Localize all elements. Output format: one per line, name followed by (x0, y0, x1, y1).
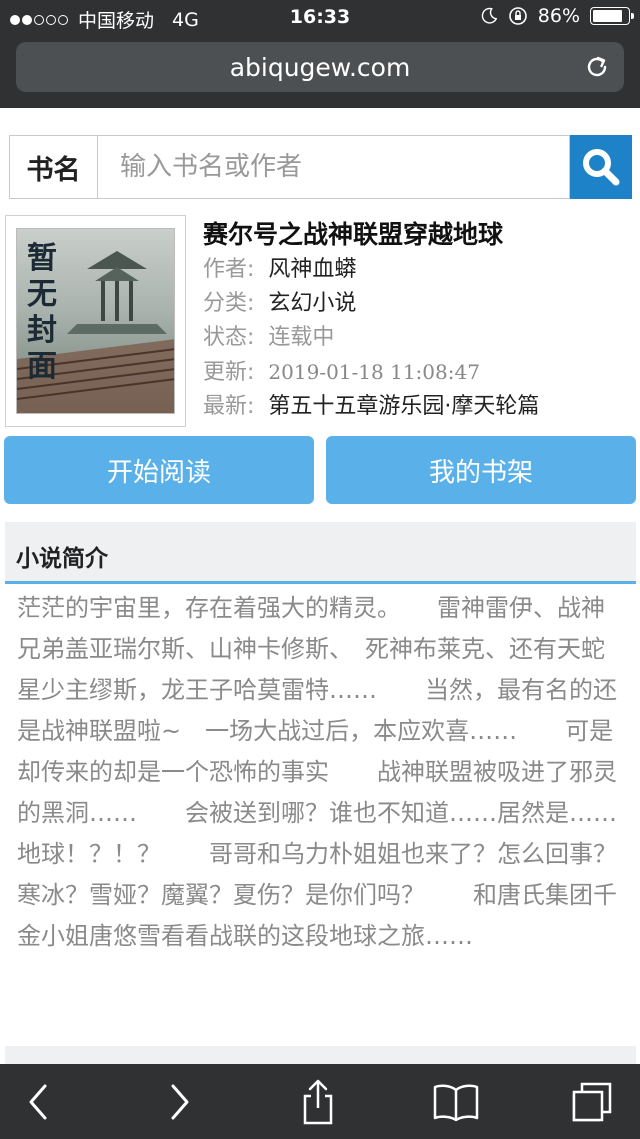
forward-arrow-icon (171, 1084, 189, 1120)
intro-heading: 小说简介 (5, 522, 636, 584)
address-bar[interactable]: abiqugew.com (16, 42, 624, 92)
latest-chapter-link[interactable]: 第五十五章游乐园·摩天轮篇 (268, 394, 539, 419)
author-label: 作者: (203, 257, 255, 282)
latest-row: 最新: 第五十五章游乐园·摩天轮篇 (203, 388, 539, 420)
orientation-lock-icon (508, 7, 527, 25)
cover-image: 暂无封面 (16, 228, 175, 414)
cover-placeholder-text: 暂无封面 (27, 241, 57, 384)
share-button[interactable] (294, 1078, 342, 1126)
search-input[interactable] (97, 135, 570, 199)
updated-label: 更新: (203, 360, 255, 385)
book-cover[interactable]: 暂无封面 (5, 215, 186, 427)
browser-chrome: abiqugew.com (0, 36, 640, 108)
latest-label: 最新: (203, 394, 255, 419)
bookmarks-button[interactable] (432, 1078, 480, 1126)
back-button[interactable] (14, 1078, 62, 1126)
search-label: 书名 (9, 135, 97, 199)
bookmarks-icon (433, 1084, 479, 1122)
bookshelf-button[interactable]: 我的书架 (326, 436, 636, 504)
tabs-icon (572, 1082, 612, 1122)
search-icon (583, 149, 620, 186)
updated-value: 2019-01-18 11:08:47 (268, 360, 480, 384)
updated-row: 更新: 2019-01-18 11:08:47 (203, 354, 480, 386)
status-right: 86% (480, 5, 634, 27)
status-bar: 中国移动 4G 16:33 86% (0, 0, 640, 36)
author-name[interactable]: 风神血蟒 (268, 257, 356, 282)
category-value[interactable]: 玄幻小说 (268, 291, 356, 316)
back-arrow-icon (29, 1084, 47, 1120)
author-row: 作者: 风神血蟒 (203, 251, 356, 283)
battery-icon (590, 7, 634, 25)
category-label: 分类: (203, 291, 255, 316)
status-value: 连载中 (268, 325, 335, 350)
browser-toolbar (0, 1064, 640, 1139)
status-label: 状态: (203, 325, 255, 350)
intro-text: 茫茫的宇宙里，存在着强大的精灵。 雷神雷伊、战神兄弟盖亚瑞尔斯、山神卡修斯、 死… (17, 594, 617, 950)
search-form: 书名 (9, 135, 632, 199)
url-text[interactable]: abiqugew.com (16, 53, 624, 82)
moon-icon (481, 7, 498, 24)
start-reading-button[interactable]: 开始阅读 (4, 436, 314, 504)
category-row: 分类: 玄幻小说 (203, 285, 356, 317)
share-icon (303, 1079, 333, 1125)
battery-percent: 86% (537, 5, 580, 27)
search-button[interactable] (570, 135, 632, 199)
book-title[interactable]: 赛尔号之战神联盟穿越地球 (203, 215, 503, 251)
forward-button[interactable] (156, 1078, 204, 1126)
status-row: 状态: 连载中 (203, 319, 334, 351)
reload-icon[interactable] (584, 54, 610, 80)
tabs-button[interactable] (568, 1078, 616, 1126)
